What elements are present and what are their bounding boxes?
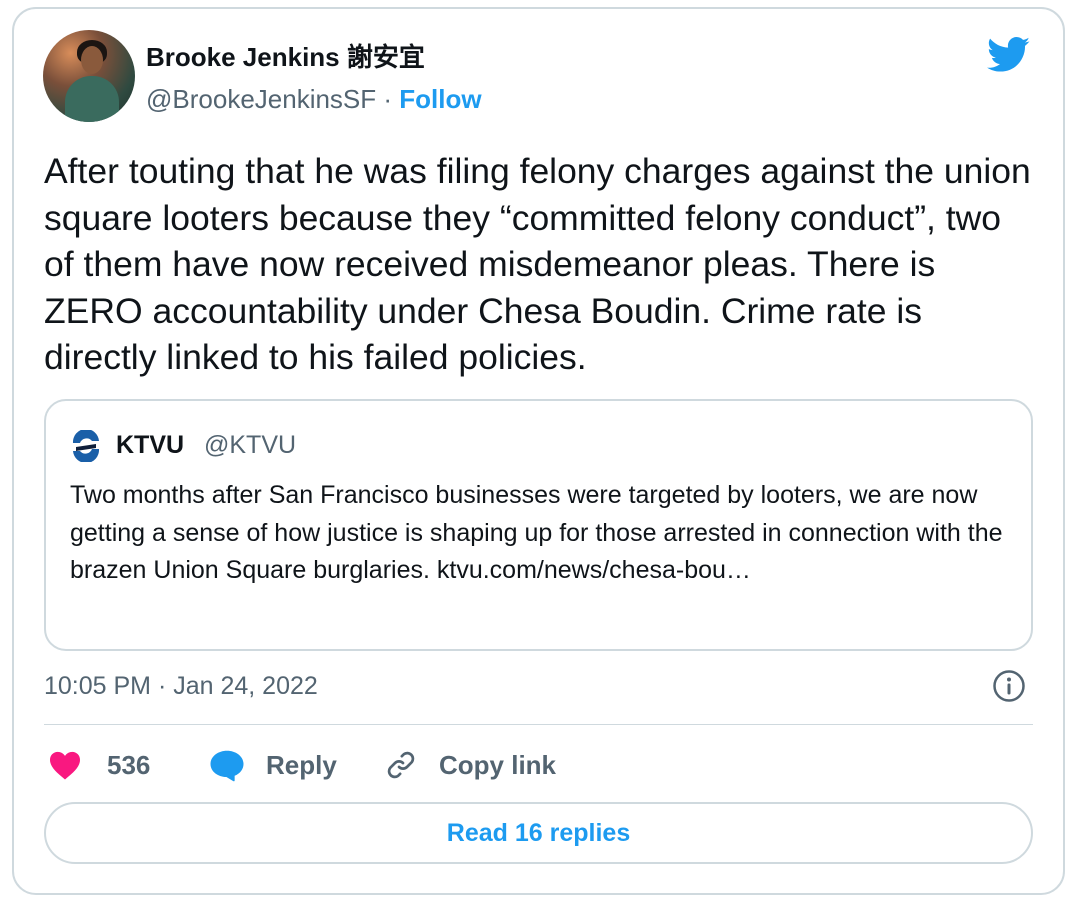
author-handle[interactable]: @BrookeJenkinsSF [146, 84, 376, 114]
link-icon [387, 751, 415, 779]
avatar[interactable] [43, 30, 135, 122]
like-button[interactable]: 536 [48, 742, 150, 788]
author-name[interactable]: Brooke Jenkins 謝安宜 [146, 40, 425, 74]
twitter-bird-icon[interactable] [987, 37, 1031, 73]
ktvu-logo-icon [71, 430, 101, 462]
likes-count: 536 [107, 749, 151, 780]
quoted-author-name[interactable]: KTVU [116, 429, 184, 461]
copy-link-button[interactable]: Copy link [384, 742, 556, 788]
info-icon[interactable] [992, 669, 1026, 703]
read-replies-button[interactable]: Read 16 replies [44, 802, 1033, 864]
separator: · [383, 84, 393, 114]
quoted-tweet[interactable]: KTVU @KTVU Two months after San Francisc… [44, 399, 1033, 651]
tweet-timestamp[interactable]: 10:05 PM · Jan 24, 2022 [44, 669, 318, 703]
reply-label: Reply [266, 749, 337, 780]
quoted-tweet-text: Two months after San Francisco businesse… [70, 481, 1003, 584]
speech-bubble-icon [210, 750, 244, 782]
reply-button[interactable]: Reply [209, 742, 337, 788]
author-handle-row: @BrookeJenkinsSF · Follow [146, 82, 482, 116]
divider [44, 724, 1033, 725]
tweet-text: After touting that he was filing felony … [44, 151, 1031, 377]
quoted-author-handle[interactable]: @KTVU [204, 429, 296, 461]
follow-button[interactable]: Follow [399, 84, 481, 114]
copy-link-label: Copy link [439, 749, 557, 780]
heart-icon [50, 751, 80, 780]
